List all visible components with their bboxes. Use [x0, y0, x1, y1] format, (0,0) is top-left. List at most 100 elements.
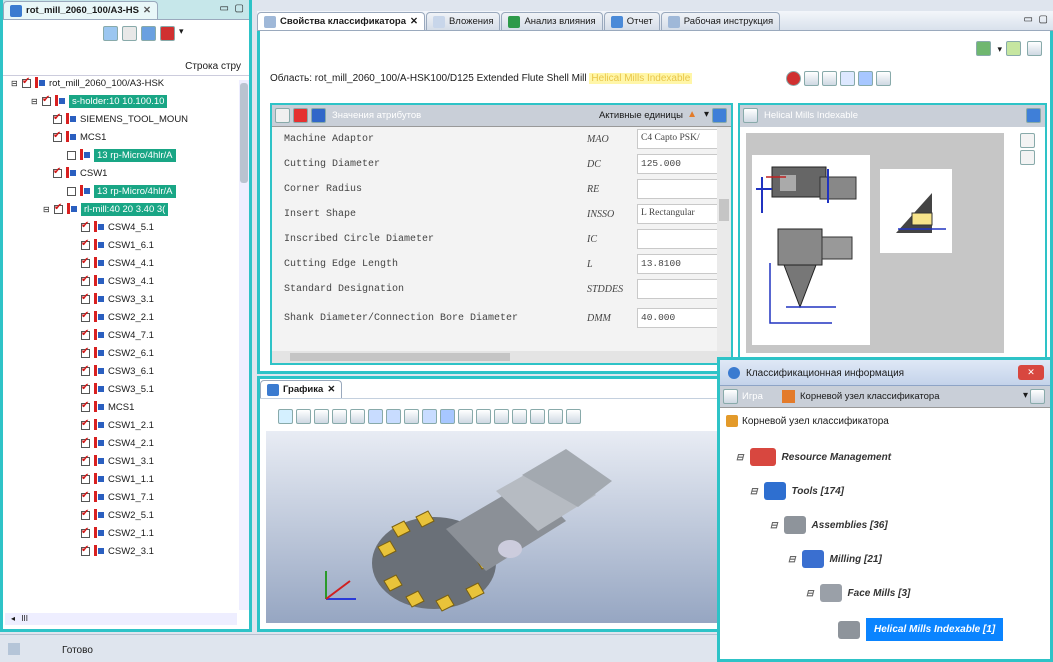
tree-row[interactable]: CSW3_5.1	[81, 380, 154, 398]
checkbox[interactable]	[81, 526, 90, 538]
stop-icon[interactable]	[786, 71, 801, 86]
tree-row[interactable]: CSW1_1.1	[81, 470, 154, 488]
tab-4[interactable]: Рабочая инструкция	[660, 12, 781, 30]
checkbox[interactable]	[81, 328, 90, 340]
refresh-icon[interactable]	[103, 26, 118, 41]
tree-row[interactable]: ⊟ s-holder:10 10.100.10	[31, 92, 168, 110]
class-tree-node[interactable]: ⊟ Milling [21]	[788, 550, 882, 568]
checkbox[interactable]	[22, 76, 31, 88]
edit-image-icon[interactable]	[1020, 133, 1035, 148]
chevron-down-icon[interactable]: ▾	[704, 109, 709, 120]
tree-row[interactable]: SIEMENS_TOOL_MOUN	[53, 110, 188, 128]
attribute-value[interactable]	[637, 229, 717, 249]
close-icon[interactable]: ✕	[410, 16, 418, 27]
expand-icon[interactable]: ⊟	[43, 205, 51, 214]
tree-row[interactable]: CSW2_3.1	[81, 542, 154, 560]
tree-row[interactable]: CSW4_2.1	[81, 434, 154, 452]
shade-icon[interactable]	[512, 409, 527, 424]
checkbox[interactable]	[81, 472, 90, 484]
checkbox[interactable]	[81, 544, 90, 556]
select-icon[interactable]	[278, 409, 293, 424]
checkbox[interactable]	[67, 150, 76, 160]
more-icon[interactable]	[566, 409, 581, 424]
tree-row[interactable]: ⊟ rl-mill:40 20 3.40 3(	[43, 200, 169, 218]
vertical-icon[interactable]	[458, 409, 473, 424]
window-icon[interactable]	[1027, 41, 1042, 56]
checkbox[interactable]	[81, 490, 90, 502]
chevron-down-icon[interactable]: ▾	[179, 26, 184, 41]
vertical-scrollbar[interactable]	[239, 80, 249, 610]
filter-icon[interactable]	[122, 26, 137, 41]
collapse-icon[interactable]: ⊟	[770, 520, 778, 531]
checkbox[interactable]	[81, 364, 90, 376]
tree-row[interactable]: CSW1	[53, 164, 107, 182]
collapse-icon[interactable]: ⊟	[750, 486, 758, 497]
close-button[interactable]: ✕	[1018, 365, 1044, 380]
attribute-value[interactable]: 125.000	[637, 154, 717, 174]
checkbox[interactable]	[81, 346, 90, 358]
tree-row[interactable]: CSW4_4.1	[81, 254, 154, 272]
column-icon[interactable]	[840, 71, 855, 86]
align-icon[interactable]	[530, 409, 545, 424]
class-tree-node[interactable]: ⊟ Face Mills [3]	[806, 584, 910, 602]
tab-1[interactable]: Вложения	[425, 12, 501, 30]
structure-tab[interactable]: rot_mill_2060_100/A3-HS ✕	[3, 1, 158, 19]
attributes-vscroll[interactable]	[717, 127, 731, 352]
attribute-value[interactable]: 13.8100	[637, 254, 717, 274]
class-tree-node[interactable]: ⊟ Tools [174]	[750, 482, 844, 500]
tab-3[interactable]: Отчет	[603, 12, 660, 30]
collapse-icon[interactable]: ⊟	[736, 452, 744, 463]
root-node-row[interactable]: Корневой узел классификатора	[726, 415, 889, 427]
checkbox[interactable]	[81, 436, 90, 448]
tools-icon[interactable]	[160, 26, 175, 41]
pencil-icon[interactable]	[743, 108, 758, 123]
checkbox[interactable]	[67, 186, 76, 196]
checkbox[interactable]	[81, 508, 90, 520]
checkbox[interactable]	[81, 454, 90, 466]
tree-row[interactable]: CSW3_6.1	[81, 362, 154, 380]
attribute-value[interactable]: 40.000	[637, 308, 717, 328]
tree-row[interactable]: CSW3_3.1	[81, 290, 154, 308]
checkbox[interactable]	[81, 292, 90, 304]
tree-row[interactable]: CSW2_6.1	[81, 344, 154, 362]
tree-row[interactable]: CSW2_5.1	[81, 506, 154, 524]
pencil-icon[interactable]	[723, 389, 738, 404]
expand-icon[interactable]: ⊟	[11, 79, 19, 88]
delete-image-icon[interactable]	[1020, 150, 1035, 165]
class-tree-node[interactable]: Helical Mills Indexable [1]	[838, 618, 1004, 641]
structure-view-icon[interactable]	[141, 26, 156, 41]
minus-icon[interactable]	[822, 71, 837, 86]
view-icon[interactable]	[548, 409, 563, 424]
tab-0[interactable]: Свойства классификатора ✕	[257, 12, 425, 30]
rotate-icon[interactable]	[422, 409, 437, 424]
settings-icon[interactable]	[976, 41, 992, 56]
home-icon[interactable]	[782, 390, 795, 403]
attributes-hscroll[interactable]	[272, 351, 731, 363]
fit-icon[interactable]	[368, 409, 383, 424]
window-icon[interactable]	[1030, 389, 1045, 404]
checkbox[interactable]	[81, 238, 90, 250]
checkbox[interactable]	[81, 256, 90, 268]
tree-row[interactable]: CSW2_1.1	[81, 524, 154, 542]
3d-viewport[interactable]	[266, 431, 718, 623]
maximize-icon[interactable]: ▢	[235, 3, 244, 14]
window-icon[interactable]	[1026, 108, 1041, 123]
scroll-thumb[interactable]: III	[21, 614, 28, 623]
tab-2[interactable]: Анализ влияния	[501, 12, 603, 30]
class-tree-node[interactable]: ⊟ Assemblies [36]	[770, 516, 888, 534]
forward-icon[interactable]	[858, 71, 873, 86]
edit-icon[interactable]	[804, 71, 819, 86]
checkbox[interactable]	[53, 130, 62, 142]
measure-icon[interactable]	[476, 409, 491, 424]
active-units-label[interactable]: Активные единицы	[599, 110, 683, 121]
scope-highlight[interactable]: Helical Mills Indexable	[589, 73, 693, 84]
pan-icon[interactable]	[296, 409, 311, 424]
collapse-icon[interactable]: ⊟	[806, 588, 814, 599]
tree-row[interactable]: CSW2_2.1	[81, 308, 154, 326]
horizontal-scrollbar[interactable]: ◂ III	[5, 613, 237, 625]
attribute-value[interactable]	[637, 279, 717, 299]
tree-row[interactable]: CSW4_7.1	[81, 326, 154, 344]
tree-row[interactable]: MCS1	[53, 128, 106, 146]
tree-row[interactable]: ⊟ rot_mill_2060_100/A3-HSK	[11, 74, 164, 92]
tree-row[interactable]: CSW4_5.1	[81, 218, 154, 236]
